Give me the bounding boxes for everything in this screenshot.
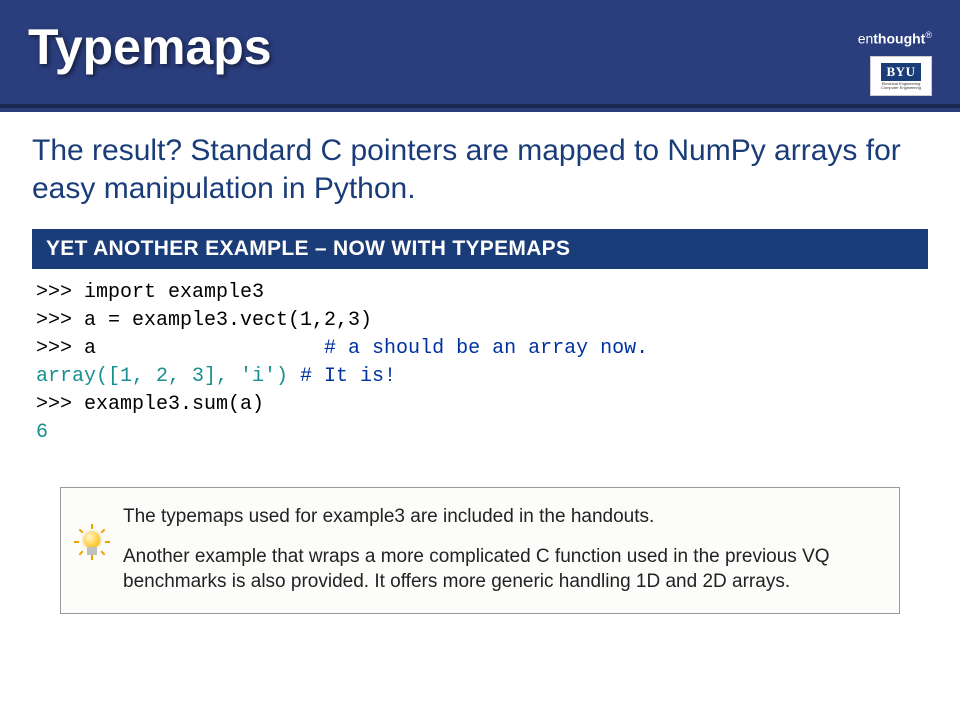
code-line-2: >>> a = example3.vect(1,2,3) xyxy=(36,307,928,335)
code-block: >>> import example3 >>> a = example3.vec… xyxy=(32,279,928,447)
callout-text: The typemaps used for example3 are inclu… xyxy=(123,504,881,595)
brand-enthought: enthought® xyxy=(858,30,932,47)
brand-reg: ® xyxy=(925,30,932,40)
logo-byu-sub: Electrical Engineering Computer Engineer… xyxy=(873,82,929,90)
slide-header: Typemaps enthought® BYU Electrical Engin… xyxy=(0,0,960,108)
slide-title: Typemaps xyxy=(28,18,932,76)
header-divider xyxy=(0,108,960,112)
intro-text: The result? Standard C pointers are mapp… xyxy=(32,132,928,207)
lightbulb-icon xyxy=(77,504,107,558)
logo-byu-text: BYU xyxy=(881,63,922,81)
section-header: YET ANOTHER EXAMPLE – NOW WITH TYPEMAPS xyxy=(32,229,928,269)
brand-light: en xyxy=(858,31,874,47)
callout-p2: Another example that wraps a more compli… xyxy=(123,544,881,595)
logo-byu: BYU Electrical Engineering Computer Engi… xyxy=(870,56,932,96)
code-line-4: array([1, 2, 3], 'i') # It is! xyxy=(36,363,928,391)
code-line-5: >>> example3.sum(a) xyxy=(36,391,928,419)
slide-body: The result? Standard C pointers are mapp… xyxy=(0,108,960,614)
code-line-3: >>> a # a should be an array now. xyxy=(36,335,928,363)
brand-bold: thought xyxy=(873,31,925,47)
code-line-6: 6 xyxy=(36,419,928,447)
callout-box: The typemaps used for example3 are inclu… xyxy=(60,487,900,614)
callout-p1: The typemaps used for example3 are inclu… xyxy=(123,504,881,530)
code-line-1: >>> import example3 xyxy=(36,279,928,307)
